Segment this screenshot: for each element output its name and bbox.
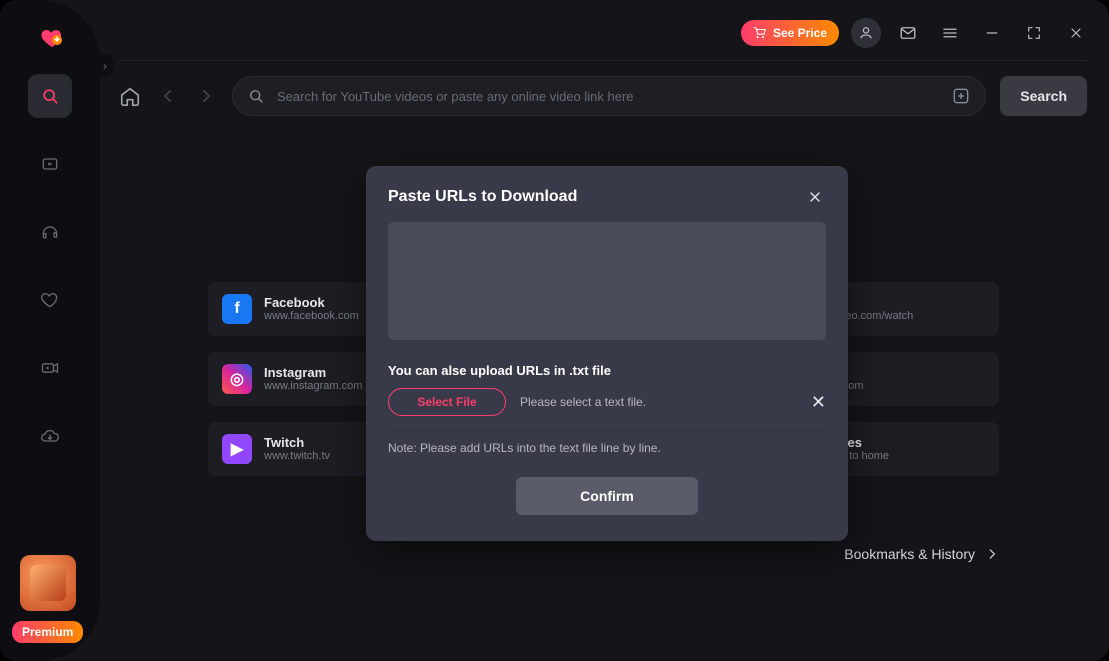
search-bar[interactable] <box>232 76 986 116</box>
user-icon <box>858 25 874 41</box>
urls-textarea[interactable] <box>388 222 826 340</box>
premium-button[interactable]: Premium <box>12 621 83 643</box>
site-icon: ▶ <box>222 434 252 464</box>
close-icon <box>807 189 823 205</box>
app-window: › Premium <box>0 0 1109 661</box>
minimize-button[interactable] <box>977 18 1007 48</box>
site-name: Instagram <box>264 365 362 381</box>
modal-note: Note: Please add URLs into the text file… <box>388 441 826 455</box>
chevron-left-icon <box>159 87 177 105</box>
bookmarks-history-link[interactable]: Bookmarks & History <box>844 546 999 562</box>
search-button[interactable]: Search <box>1000 76 1087 116</box>
account-button[interactable] <box>851 18 881 48</box>
sidebar-item-library[interactable] <box>28 142 72 186</box>
clear-file-button[interactable]: ✕ <box>811 393 826 411</box>
window-topbar: See Price <box>741 18 1091 48</box>
hamburger-icon <box>941 24 959 42</box>
site-name: Twitch <box>264 435 330 451</box>
sidebar-expand-handle[interactable]: › <box>96 54 114 78</box>
home-button[interactable] <box>118 84 142 108</box>
cloud-download-icon <box>40 426 60 446</box>
site-icon: f <box>222 294 252 324</box>
sidebar-item-favorites[interactable] <box>28 278 72 322</box>
app-logo-icon <box>40 26 64 50</box>
confirm-button[interactable]: Confirm <box>516 477 698 515</box>
gift-icon[interactable] <box>20 555 76 611</box>
cart-icon <box>753 26 767 40</box>
sidebar-item-downloads[interactable] <box>28 414 72 458</box>
divider <box>388 430 826 431</box>
sidebar-nav <box>28 74 72 458</box>
add-url-icon[interactable] <box>951 86 971 106</box>
modal-close-button[interactable] <box>804 186 826 208</box>
sidebar: › Premium <box>0 0 100 661</box>
recorder-icon <box>40 358 60 378</box>
play-box-icon <box>40 154 60 174</box>
site-url: www.twitch.tv <box>264 450 330 463</box>
chevron-right-icon <box>197 87 215 105</box>
search-input[interactable] <box>277 89 939 104</box>
site-url: www.instagram.com <box>264 380 362 393</box>
headphones-icon <box>40 222 60 242</box>
bookmarks-label: Bookmarks & History <box>844 546 975 562</box>
paste-urls-modal: Paste URLs to Download You can alse uplo… <box>366 166 848 541</box>
inbox-button[interactable] <box>893 18 923 48</box>
forward-button[interactable] <box>194 84 218 108</box>
home-icon <box>119 85 141 107</box>
close-button[interactable] <box>1061 18 1091 48</box>
sidebar-item-recorder[interactable] <box>28 346 72 390</box>
select-file-button[interactable]: Select File <box>388 388 506 416</box>
search-alt-icon <box>40 86 60 106</box>
expand-icon <box>1026 25 1042 41</box>
divider <box>118 60 1087 61</box>
back-button[interactable] <box>156 84 180 108</box>
file-hint: Please select a text file. <box>520 395 797 409</box>
modal-title: Paste URLs to Download <box>388 188 577 206</box>
nav-row: Search <box>118 76 1087 116</box>
sidebar-item-headphones[interactable] <box>28 210 72 254</box>
site-name: Facebook <box>264 295 359 311</box>
maximize-button[interactable] <box>1019 18 1049 48</box>
premium-promo: Premium <box>12 555 83 643</box>
minimize-icon <box>984 25 1000 41</box>
close-icon <box>1068 25 1084 41</box>
see-price-button[interactable]: See Price <box>741 20 839 46</box>
chevron-right-icon <box>985 547 999 561</box>
search-icon <box>247 87 265 105</box>
mail-icon <box>899 24 917 42</box>
site-icon: ◎ <box>222 364 252 394</box>
modal-subtitle: You can alse upload URLs in .txt file <box>388 363 826 378</box>
site-url: www.facebook.com <box>264 310 359 323</box>
see-price-label: See Price <box>773 26 827 40</box>
sidebar-item-discover[interactable] <box>28 74 72 118</box>
menu-button[interactable] <box>935 18 965 48</box>
heart-icon <box>40 290 60 310</box>
